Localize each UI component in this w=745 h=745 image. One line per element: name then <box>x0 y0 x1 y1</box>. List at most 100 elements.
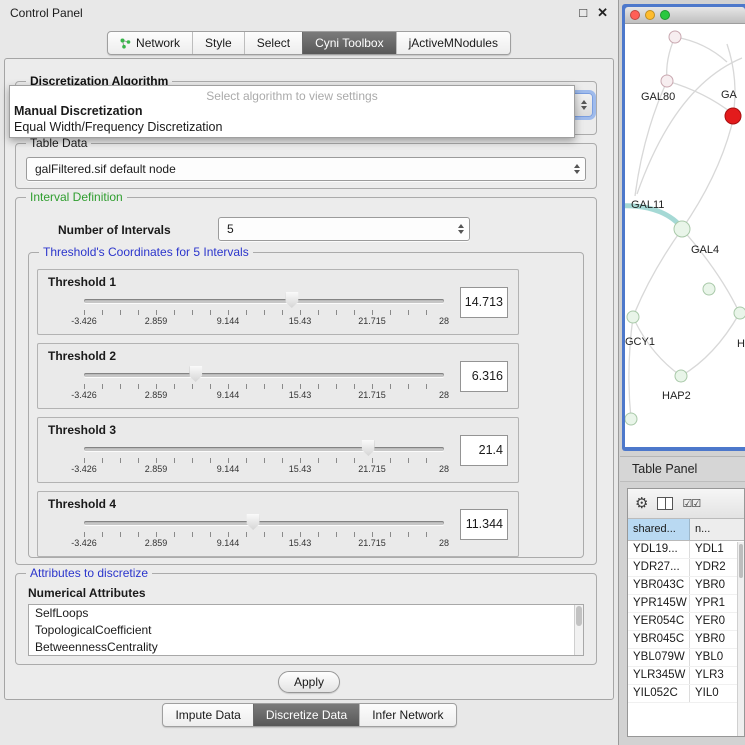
table-cell: YPR1 <box>690 595 744 612</box>
minimize-traffic-light[interactable] <box>645 10 655 20</box>
table-cell: YBR043C <box>628 577 690 594</box>
number-of-intervals-combobox[interactable]: 5 <box>218 217 470 241</box>
scale-tick-label: 21.715 <box>358 390 386 400</box>
close-traffic-light[interactable] <box>630 10 640 20</box>
attribute-list-item[interactable]: BetweennessCentrality <box>29 639 583 656</box>
network-node-selected[interactable] <box>725 108 741 124</box>
table-toolbar: ⚙ ☑☑ <box>628 489 744 519</box>
scrollbar-thumb[interactable] <box>739 544 743 578</box>
threshold-3-value-field[interactable]: 21.4 <box>460 435 508 466</box>
network-node[interactable] <box>627 311 639 323</box>
stepper-icon <box>458 224 464 234</box>
table-row[interactable]: YPR145WYPR1 <box>628 595 744 613</box>
tab-label: Network <box>136 36 180 50</box>
scale-tick-label: 21.715 <box>358 538 386 548</box>
apply-button[interactable]: Apply <box>278 671 340 693</box>
table-row[interactable]: YLR345WYLR3 <box>628 667 744 685</box>
network-canvas[interactable]: GAL80 GA GAL11 GAL4 GCY1 HAP2 H <box>625 24 745 447</box>
tab-jactivemodules[interactable]: jActiveMNodules <box>396 32 510 54</box>
tab-discretize-data[interactable]: Discretize Data <box>253 704 359 726</box>
table-cell: YDL19... <box>628 541 690 558</box>
threshold-4-slider[interactable] <box>84 513 444 531</box>
table-row[interactable]: YER054CYER0 <box>628 613 744 631</box>
table-row[interactable]: YIL052CYIL0 <box>628 685 744 703</box>
table-row[interactable]: YDR27...YDR2 <box>628 559 744 577</box>
attributes-to-discretize-group: Attributes to discretize Numerical Attri… <box>15 573 597 665</box>
tab-label: Cyni Toolbox <box>315 36 383 50</box>
tab-style[interactable]: Style <box>192 32 244 54</box>
threshold-label: Threshold 2 <box>48 349 116 363</box>
tab-select[interactable]: Select <box>244 32 302 54</box>
table-panel-header: Table Panel <box>620 456 745 482</box>
scale-tick-label: 15.43 <box>289 316 312 326</box>
close-icon[interactable]: ✕ <box>597 5 608 21</box>
column-header-shared-name[interactable]: shared... <box>628 519 690 540</box>
tab-label: Discretize Data <box>266 708 347 722</box>
network-node[interactable] <box>734 307 745 319</box>
tab-impute-data[interactable]: Impute Data <box>163 704 252 726</box>
numerical-attributes-list[interactable]: SelfLoopsTopologicalCoefficientBetweenne… <box>28 604 584 656</box>
threshold-3-slider[interactable] <box>84 439 444 457</box>
table-cell: YBR0 <box>690 577 744 594</box>
panel-title: Control Panel <box>10 6 83 20</box>
table-row[interactable]: YDL19...YDL1 <box>628 541 744 559</box>
slider-track[interactable] <box>84 373 444 377</box>
columns-icon[interactable] <box>657 497 673 510</box>
threshold-2-value-field[interactable]: 6.316 <box>460 361 508 392</box>
float-window-icon[interactable]: □ <box>579 5 587 21</box>
network-node[interactable] <box>661 75 673 87</box>
interval-definition-group: Interval Definition Number of Intervals … <box>15 197 597 565</box>
scale-tick-label: 28 <box>439 538 449 548</box>
dropdown-option-equal-width[interactable]: Equal Width/Frequency Discretization <box>10 119 574 135</box>
scale-tick-label: 9.144 <box>217 538 240 548</box>
scale-tick-label: 2.859 <box>145 464 168 474</box>
network-node[interactable] <box>703 283 715 295</box>
slider-thumb[interactable] <box>189 366 202 382</box>
table-data-combobox[interactable]: galFiltered.sif default node <box>26 157 586 181</box>
slider-track[interactable] <box>84 447 444 451</box>
tab-infer-network[interactable]: Infer Network <box>359 704 455 726</box>
column-header-name[interactable]: n... <box>690 519 744 540</box>
node-label: HAP2 <box>662 390 691 402</box>
network-node[interactable] <box>675 370 687 382</box>
table-data-group: Table Data galFiltered.sif default node <box>15 143 597 189</box>
network-node[interactable] <box>669 31 681 43</box>
table-scrollbar[interactable] <box>737 542 744 736</box>
gear-icon[interactable]: ⚙ <box>635 496 648 511</box>
threshold-1-panel: Threshold 1 -3.4262.8599.14415.4321.7152… <box>37 269 519 335</box>
network-node[interactable] <box>625 413 637 425</box>
slider-thumb[interactable] <box>247 514 260 530</box>
tab-network[interactable]: Network <box>108 32 192 54</box>
threshold-1-value-field[interactable]: 14.713 <box>460 287 508 318</box>
slider-track[interactable] <box>84 521 444 525</box>
dropdown-option-manual[interactable]: Manual Discretization <box>10 103 574 119</box>
slider-thumb[interactable] <box>362 440 375 456</box>
table-cell: YBR0 <box>690 631 744 648</box>
threshold-4-value-field[interactable]: 11.344 <box>460 509 508 540</box>
network-node[interactable] <box>674 221 690 237</box>
attribute-list-item[interactable]: TopologicalCoefficient <box>29 622 583 639</box>
slider-thumb[interactable] <box>285 292 298 308</box>
table-cell: YER0 <box>690 613 744 630</box>
combobox-value: galFiltered.sif default node <box>35 162 176 176</box>
control-panel-titlebar: Control Panel □ ✕ <box>0 0 618 26</box>
scrollbar-thumb[interactable] <box>576 606 582 626</box>
threshold-2-slider[interactable] <box>84 365 444 383</box>
select-columns-icon[interactable]: ☑☑ <box>682 497 700 510</box>
tab-cyni-toolbox[interactable]: Cyni Toolbox <box>302 32 395 54</box>
ruler-ticks <box>84 310 444 315</box>
table-row[interactable]: YBR045CYBR0 <box>628 631 744 649</box>
slider-track[interactable] <box>84 299 444 303</box>
table-cell: YDR27... <box>628 559 690 576</box>
threshold-1-slider[interactable] <box>84 291 444 309</box>
table-panel-title: Table Panel <box>632 462 697 476</box>
zoom-traffic-light[interactable] <box>660 10 670 20</box>
number-of-intervals-label: Number of Intervals <box>58 223 171 237</box>
table-row[interactable]: YBL079WYBL0 <box>628 649 744 667</box>
bottom-tab-bar: Impute Data Discretize Data Infer Networ… <box>0 703 619 727</box>
combobox-value: 5 <box>227 222 234 236</box>
table-row[interactable]: YBR043CYBR0 <box>628 577 744 595</box>
scale-tick-label: -3.426 <box>71 464 97 474</box>
list-scrollbar[interactable] <box>574 605 583 655</box>
attribute-list-item[interactable]: SelfLoops <box>29 605 583 622</box>
